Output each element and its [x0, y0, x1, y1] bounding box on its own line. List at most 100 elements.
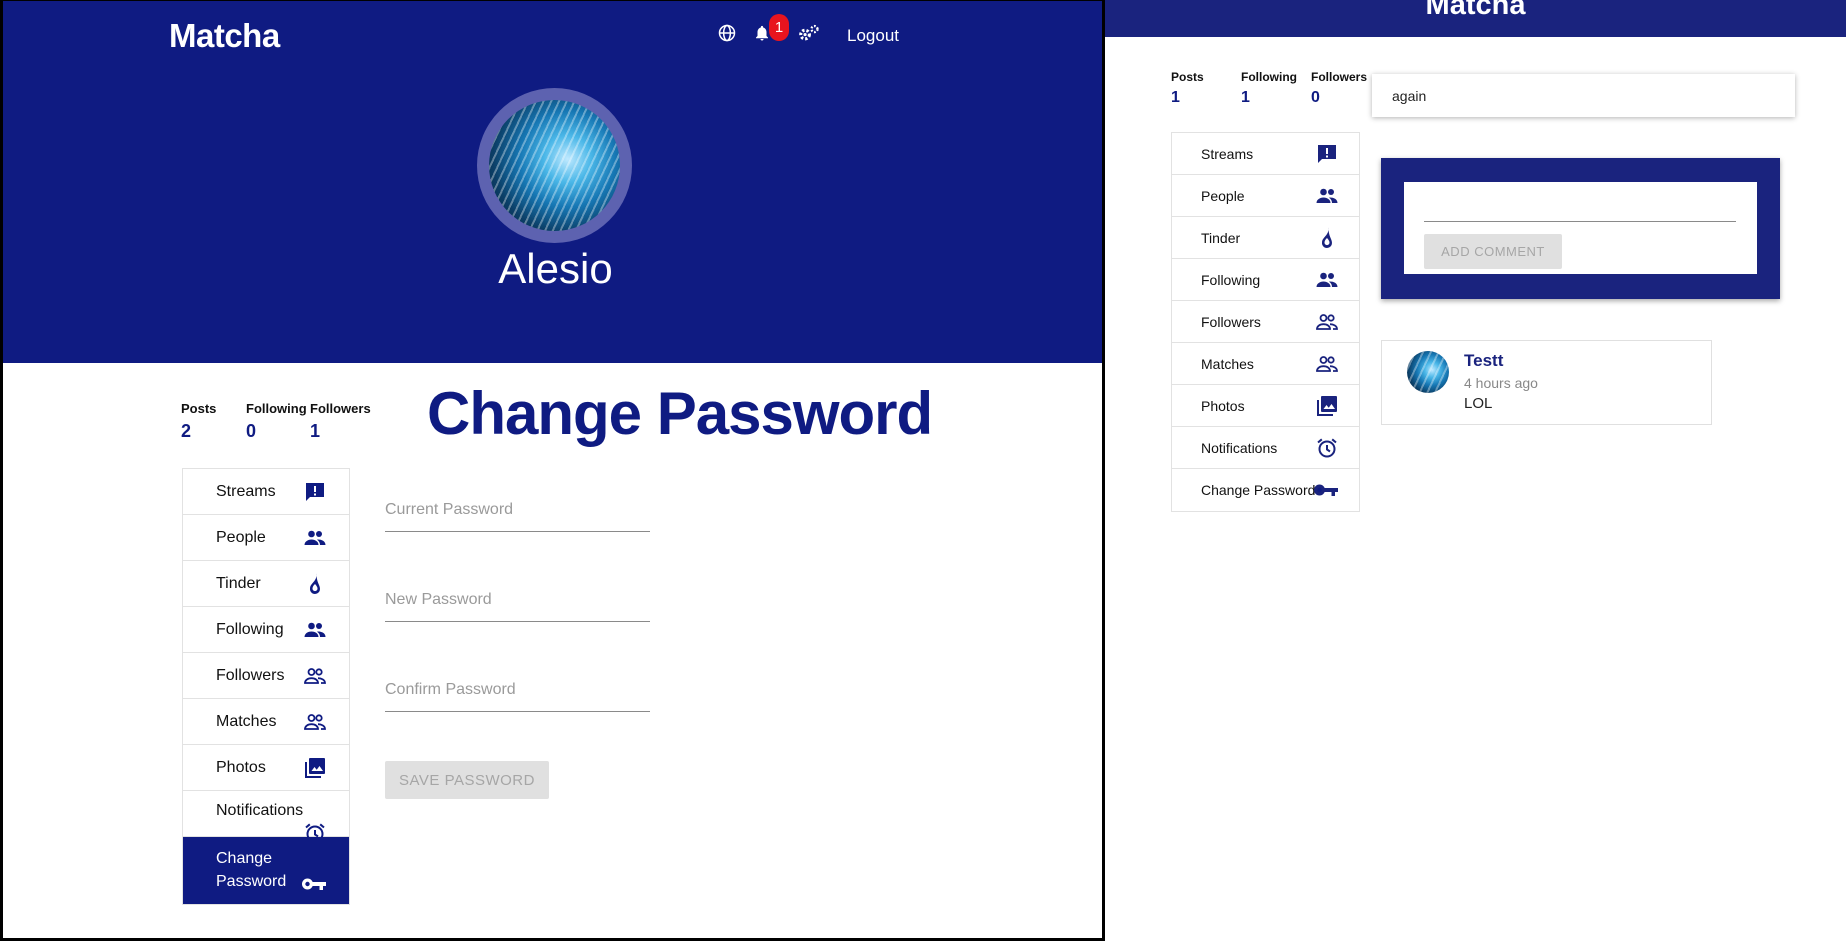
- post-author[interactable]: Testt: [1464, 351, 1503, 371]
- sidebar-item-label: Streams: [1201, 145, 1254, 162]
- key-icon: [1313, 480, 1339, 500]
- stat-followers[interactable]: Followers 0: [1311, 70, 1367, 107]
- sidebar-item-change-password[interactable]: Change Password: [1172, 469, 1359, 511]
- sidebar-item-following[interactable]: Following: [183, 607, 349, 653]
- people-icon: [1315, 184, 1339, 208]
- confirm-password-input[interactable]: [385, 681, 650, 711]
- search-box: [1372, 74, 1795, 117]
- stat-posts-label: Posts: [181, 401, 217, 416]
- feedback-icon: [1315, 142, 1339, 166]
- bell-icon[interactable]: 1: [753, 14, 789, 47]
- sidebar-item-followers[interactable]: Followers: [183, 653, 349, 699]
- logout-link[interactable]: Logout: [847, 26, 899, 46]
- sidebar-item-following[interactable]: Following: [1172, 259, 1359, 301]
- people-outline-icon: [1315, 352, 1339, 376]
- people-icon: [1315, 268, 1339, 292]
- sidebar-item-label: Matches: [1201, 355, 1254, 372]
- sidebar-item-notifications[interactable]: Notifications: [1172, 427, 1359, 469]
- post-card: Testt 4 hours ago LOL: [1381, 340, 1712, 425]
- notification-badge: 1: [769, 14, 789, 41]
- sidebar-item-label: Streams: [216, 482, 276, 500]
- avatar-ring: [477, 88, 632, 243]
- sidebar-item-streams[interactable]: Streams: [1172, 133, 1359, 175]
- new-password-field: [385, 591, 650, 622]
- sidebar-item-change-password[interactable]: Change Password: [183, 837, 349, 904]
- sidebar-item-label: Photos: [1201, 397, 1245, 414]
- sidebar-item-photos[interactable]: Photos: [183, 745, 349, 791]
- sidebar-item-label: Following: [1201, 271, 1261, 288]
- stat-following[interactable]: Following 1: [1241, 70, 1311, 107]
- sidebar-item-tinder[interactable]: Tinder: [183, 561, 349, 607]
- feedback-icon: [303, 480, 327, 504]
- sidebar-menu: Streams People Tinder Following Followers Mat…: [1171, 132, 1360, 512]
- people-icon: [303, 526, 327, 550]
- flame-icon: [303, 572, 327, 596]
- current-password-input[interactable]: [385, 501, 650, 531]
- stat-following-label: Following: [1241, 70, 1297, 84]
- stat-posts-value: 1: [1171, 89, 1180, 106]
- top-bar: Matcha: [1105, 0, 1846, 37]
- sidebar-item-label: People: [216, 528, 266, 546]
- profile-stats: Posts 1 Following 1 Followers 0: [1171, 70, 1367, 107]
- sidebar-item-label: Tinder: [1201, 229, 1241, 246]
- stat-following-value: 1: [1241, 89, 1250, 106]
- stat-followers-label: Followers: [1311, 70, 1368, 84]
- post-author-avatar[interactable]: [1407, 351, 1449, 393]
- new-password-input[interactable]: [385, 591, 650, 621]
- sidebar-item-photos[interactable]: Photos: [1172, 385, 1359, 427]
- sidebar-item-label: People: [1201, 187, 1245, 204]
- stat-followers[interactable]: Followers 1: [310, 401, 371, 442]
- profile-username: Alesio: [498, 245, 613, 292]
- profile-window: Matcha 1 Logout Alesio Posts 2 Following…: [0, 0, 1105, 941]
- profile-header: Matcha 1 Logout Alesio: [3, 1, 1102, 363]
- settings-icon[interactable]: [798, 24, 820, 47]
- brand-logo[interactable]: Matcha: [169, 17, 280, 55]
- header-nav: 1 Logout: [718, 14, 899, 47]
- confirm-password-field: [385, 681, 650, 712]
- sidebar-item-label: Followers: [216, 666, 285, 684]
- sidebar-item-streams[interactable]: Streams: [183, 469, 349, 515]
- sidebar-item-notifications[interactable]: Notifications: [183, 791, 349, 843]
- brand-logo[interactable]: Matcha: [1105, 0, 1846, 22]
- sidebar-item-label: Matches: [216, 712, 277, 730]
- globe-icon[interactable]: [718, 24, 736, 47]
- stat-following[interactable]: Following 0: [246, 401, 310, 442]
- sidebar-item-matches[interactable]: Matches: [183, 699, 349, 745]
- sidebar-item-people[interactable]: People: [183, 515, 349, 561]
- sidebar-item-label: Notifications: [216, 801, 304, 819]
- profile-stats: Posts 2 Following 0 Followers 1: [181, 401, 371, 442]
- sidebar-item-label: Followers: [1201, 313, 1261, 330]
- current-password-field: [385, 501, 650, 532]
- key-icon: [301, 874, 327, 894]
- sidebar-item-people[interactable]: People: [1172, 175, 1359, 217]
- stat-followers-label: Followers: [310, 401, 371, 416]
- comment-input[interactable]: [1424, 190, 1736, 222]
- add-comment-button[interactable]: ADD COMMENT: [1424, 234, 1562, 269]
- people-outline-icon: [303, 710, 327, 734]
- sidebar-item-label: Tinder: [216, 574, 261, 592]
- comment-panel: ADD COMMENT: [1381, 158, 1780, 299]
- sidebar-item-tinder[interactable]: Tinder: [1172, 217, 1359, 259]
- sidebar-item-label: Change Password: [1201, 482, 1316, 498]
- people-icon: [303, 618, 327, 642]
- flame-icon: [1315, 226, 1339, 250]
- post-timestamp: 4 hours ago: [1464, 375, 1538, 391]
- save-password-button[interactable]: SAVE PASSWORD: [385, 761, 549, 799]
- stat-posts-value: 2: [181, 421, 192, 441]
- stat-following-value: 0: [246, 421, 257, 441]
- stat-posts[interactable]: Posts 1: [1171, 70, 1241, 107]
- sidebar-item-matches[interactable]: Matches: [1172, 343, 1359, 385]
- photo-library-icon: [1315, 394, 1339, 418]
- stat-posts[interactable]: Posts 2: [181, 401, 246, 442]
- alarm-icon: [1315, 436, 1339, 460]
- search-input[interactable]: [1372, 74, 1795, 117]
- sidebar-item-label: Photos: [216, 758, 266, 776]
- avatar[interactable]: [489, 100, 620, 231]
- sidebar-item-label: Notifications: [1201, 439, 1278, 456]
- comment-form: ADD COMMENT: [1404, 182, 1757, 274]
- sidebar-item-followers[interactable]: Followers: [1172, 301, 1359, 343]
- stream-window: Matcha Posts 1 Following 1 Followers 0 S…: [1105, 0, 1846, 941]
- stat-posts-label: Posts: [1171, 70, 1204, 84]
- sidebar-item-label: Following: [216, 620, 284, 638]
- people-outline-icon: [1315, 310, 1339, 334]
